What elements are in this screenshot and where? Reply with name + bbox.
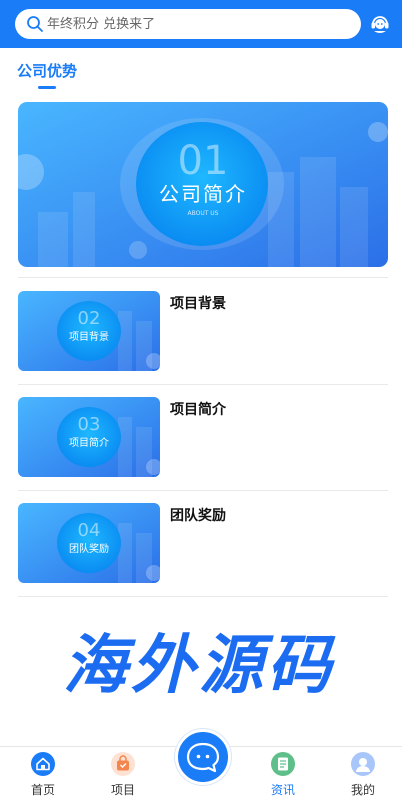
divider (18, 277, 388, 278)
tab-news-label: 资讯 (270, 783, 295, 797)
tab-mine-label: 我的 (350, 783, 375, 797)
item-thumbnail: 04 团队奖励 (18, 503, 160, 583)
customer-service-icon[interactable] (369, 13, 391, 35)
thumb-text: 项目简介 (69, 438, 109, 449)
tab-project-label: 项目 (110, 783, 135, 797)
document-icon (271, 752, 295, 776)
tab-active-indicator (38, 86, 56, 89)
divider (18, 596, 388, 597)
list-item[interactable]: 03 项目简介 项目简介 (18, 385, 388, 491)
hero-caption: ABOUT US (187, 210, 219, 217)
user-icon (351, 752, 375, 776)
item-thumbnail: 02 项目背景 (18, 291, 160, 371)
hero-banner[interactable]: 01 公司简介 ABOUT US (18, 102, 388, 267)
center-chat-button[interactable] (175, 729, 231, 785)
tab-project[interactable]: 项目 (93, 747, 153, 799)
thumb-number: 02 (77, 308, 101, 329)
tab-home[interactable]: 首页 (13, 747, 73, 799)
item-thumbnail: 03 项目简介 (18, 397, 160, 477)
watermark: 海外源码 (63, 628, 335, 703)
thumb-number: 04 (77, 520, 101, 541)
home-icon (31, 752, 55, 776)
search-input[interactable] (47, 9, 347, 39)
list-item[interactable]: 04 团队奖励 团队奖励 (18, 491, 388, 597)
tab-mine[interactable]: 我的 (333, 747, 393, 799)
item-title: 团队奖励 (170, 508, 226, 524)
thumb-number: 03 (77, 414, 101, 435)
list-item[interactable]: 02 项目背景 项目背景 (18, 279, 388, 385)
item-title: 项目简介 (170, 402, 226, 418)
top-bar (0, 0, 402, 48)
tab-home-label: 首页 (30, 783, 55, 797)
search-bar[interactable] (15, 9, 361, 39)
hero-title: 公司简介 (159, 182, 247, 206)
thumb-text: 团队奖励 (69, 544, 109, 555)
bag-icon (111, 752, 135, 776)
thumb-text: 项目背景 (69, 332, 109, 343)
section-tab-company-advantages[interactable]: 公司优势 (17, 60, 77, 81)
chat-bubble-icon (186, 742, 220, 773)
item-title: 项目背景 (170, 296, 226, 312)
tab-news[interactable]: 资讯 (253, 747, 313, 799)
search-icon (27, 16, 43, 32)
